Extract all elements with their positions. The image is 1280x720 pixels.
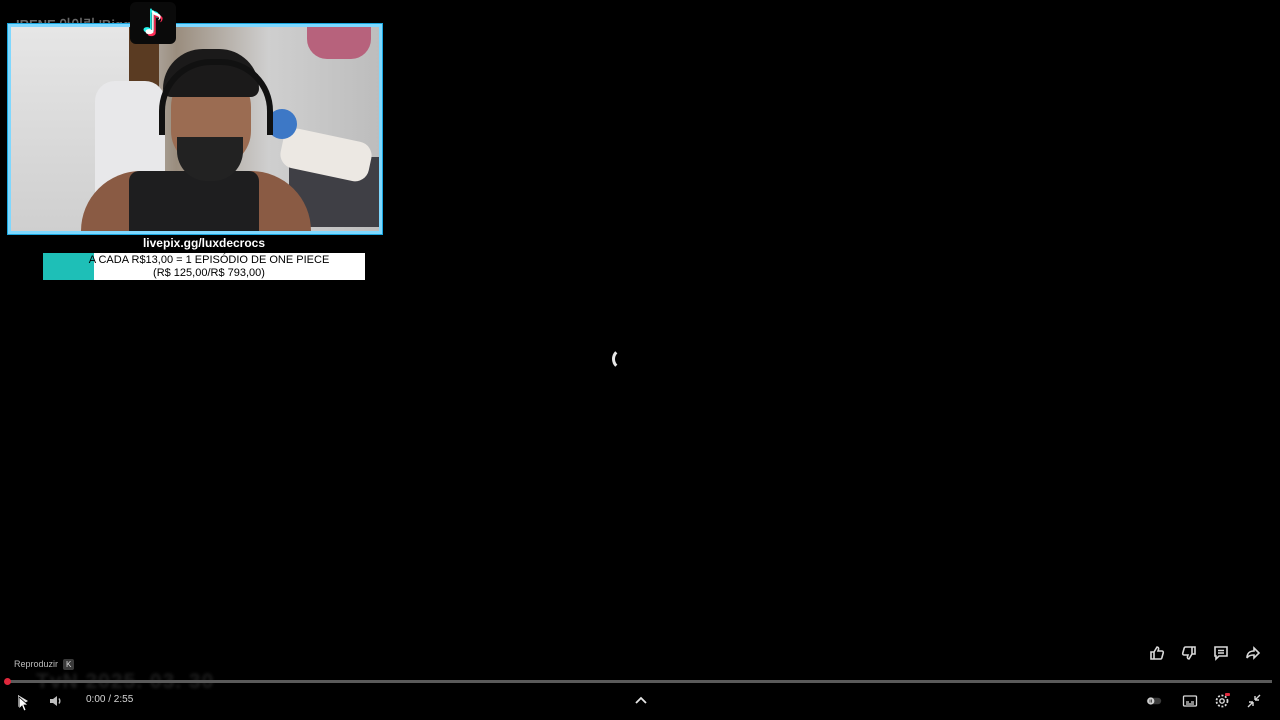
thumbs-up-icon[interactable]: [1146, 642, 1168, 664]
autoplay-toggle[interactable]: [1144, 690, 1164, 712]
video-actions: [1146, 642, 1264, 664]
volume-icon: [50, 696, 61, 706]
gear-icon: [1215, 693, 1230, 708]
subtitles-button[interactable]: [1180, 690, 1200, 712]
tiktok-logo-icon: ♪ ♪ ♪: [130, 2, 176, 44]
donation-link-text: livepix.gg/luxdecrocs: [142, 236, 266, 250]
goal-text: A CADA R$13,00 = 1 EPISÓDIO DE ONE PIECE…: [43, 254, 365, 280]
player-controls: 0:00 / 2:55: [0, 690, 1280, 714]
loading-spinner: [612, 348, 634, 370]
expand-button[interactable]: [632, 690, 650, 712]
chevron-up-icon: [635, 696, 647, 704]
exit-fullscreen-button[interactable]: [1244, 690, 1264, 712]
share-icon[interactable]: [1242, 642, 1264, 664]
progress-scrubber[interactable]: [4, 678, 11, 685]
thumbs-down-icon[interactable]: [1178, 642, 1200, 664]
subtitles-icon: [1182, 695, 1198, 707]
comment-icon[interactable]: [1210, 642, 1232, 664]
volume-button[interactable]: [46, 690, 66, 712]
donation-goal-bar: A CADA R$13,00 = 1 EPISÓDIO DE ONE PIECE…: [43, 253, 365, 280]
mouse-cursor-icon: [18, 696, 28, 712]
webcam-overlay: [8, 24, 382, 234]
goal-text-line2: (R$ 125,00/R$ 793,00): [153, 267, 265, 279]
goal-text-line1: A CADA R$13,00 = 1 EPISÓDIO DE ONE PIECE: [88, 254, 330, 266]
exit-fullscreen-icon: [1247, 694, 1261, 708]
settings-button[interactable]: [1212, 690, 1232, 712]
progress-bar[interactable]: [8, 680, 1272, 683]
tooltip-shortcut: K: [63, 658, 75, 670]
tooltip-label: Reproduzir: [14, 659, 59, 669]
play-tooltip: Reproduzir K: [10, 657, 79, 671]
autoplay-toggle-icon: [1146, 697, 1162, 705]
time-display: 0:00 / 2:55: [86, 694, 134, 705]
